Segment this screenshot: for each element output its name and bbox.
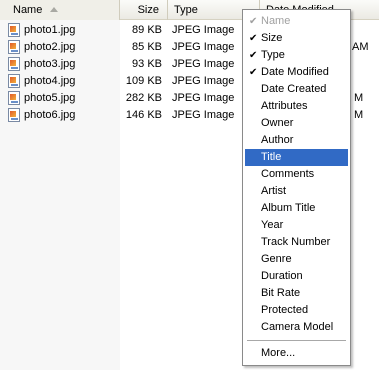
menu-item-label: Comments (261, 168, 315, 180)
menu-item-duration[interactable]: Duration (245, 268, 348, 285)
file-size: 109 KB (125, 75, 162, 87)
file-name: photo6.jpg (24, 109, 76, 121)
menu-item-owner[interactable]: Owner (245, 115, 348, 132)
menu-item-label: Year (261, 219, 284, 231)
jpeg-file-icon (8, 74, 20, 88)
menu-item-label: More... (261, 347, 296, 359)
file-size: 282 KB (125, 92, 162, 104)
file-size: 85 KB (132, 41, 162, 53)
menu-item-label: Camera Model (261, 321, 334, 333)
menu-item-label: Size (261, 32, 283, 44)
menu-item-year[interactable]: Year (245, 217, 348, 234)
menu-item-label: Attributes (261, 100, 308, 112)
file-size: 93 KB (132, 58, 162, 70)
file-name: photo5.jpg (24, 92, 76, 104)
menu-item-date-created[interactable]: Date Created (245, 81, 348, 98)
menu-item-size[interactable]: ✔ Size (245, 30, 348, 47)
jpeg-file-icon (8, 57, 20, 71)
menu-item-track-number[interactable]: Track Number (245, 234, 348, 251)
file-name: photo1.jpg (24, 24, 76, 36)
menu-item-bit-rate[interactable]: Bit Rate (245, 285, 348, 302)
check-icon: ✔ (249, 16, 258, 27)
column-header-name[interactable]: Name (0, 0, 120, 20)
file-size: 146 KB (125, 109, 162, 121)
column-chooser-menu: ✔ Name ✔ Size ✔ Type ✔ Date Modified Dat… (242, 9, 351, 366)
file-name: photo2.jpg (24, 41, 76, 53)
menu-item-label: Protected (261, 304, 309, 316)
menu-item-camera-model[interactable]: Camera Model (245, 319, 348, 336)
menu-item-label: Date Modified (261, 66, 329, 78)
menu-item-label: Author (261, 134, 294, 146)
check-icon: ✔ (249, 50, 258, 61)
menu-item-label: Type (261, 49, 285, 61)
file-name: photo4.jpg (24, 75, 76, 87)
column-header-size[interactable]: Size (120, 0, 168, 20)
menu-item-label: Artist (261, 185, 287, 197)
check-icon: ✔ (249, 67, 258, 78)
menu-item-more[interactable]: More... (245, 345, 348, 362)
menu-item-label: Bit Rate (261, 287, 301, 299)
column-header-name-label: Name (13, 4, 43, 16)
menu-item-type[interactable]: ✔ Type (245, 47, 348, 64)
jpeg-file-icon (8, 40, 20, 54)
menu-item-author[interactable]: Author (245, 132, 348, 149)
check-icon: ✔ (249, 33, 258, 44)
menu-item-label: Owner (261, 117, 294, 129)
menu-item-artist[interactable]: Artist (245, 183, 348, 200)
menu-item-label: Duration (261, 270, 303, 282)
file-name: photo3.jpg (24, 58, 76, 70)
menu-separator (247, 340, 346, 341)
file-date: M (354, 92, 364, 104)
menu-item-date-modified[interactable]: ✔ Date Modified (245, 64, 348, 81)
jpeg-file-icon (8, 108, 20, 122)
menu-item-label: Name (261, 15, 291, 27)
jpeg-file-icon (8, 23, 20, 37)
sort-ascending-icon (50, 7, 58, 12)
column-header-type-label: Type (174, 4, 198, 16)
menu-item-label: Title (261, 151, 282, 163)
menu-item-title[interactable]: Title (245, 149, 348, 166)
menu-item-label: Track Number (261, 236, 331, 248)
file-size: 89 KB (132, 24, 162, 36)
menu-item-attributes[interactable]: Attributes (245, 98, 348, 115)
menu-item-genre[interactable]: Genre (245, 251, 348, 268)
menu-item-comments[interactable]: Comments (245, 166, 348, 183)
menu-item-label: Date Created (261, 83, 327, 95)
file-date: AM (352, 41, 369, 53)
column-header-size-label: Size (137, 4, 159, 16)
menu-item-name[interactable]: ✔ Name (245, 13, 348, 30)
menu-item-label: Album Title (261, 202, 316, 214)
jpeg-file-icon (8, 91, 20, 105)
menu-item-album-title[interactable]: Album Title (245, 200, 348, 217)
menu-item-protected[interactable]: Protected (245, 302, 348, 319)
file-date: M (354, 109, 364, 121)
menu-item-label: Genre (261, 253, 292, 265)
